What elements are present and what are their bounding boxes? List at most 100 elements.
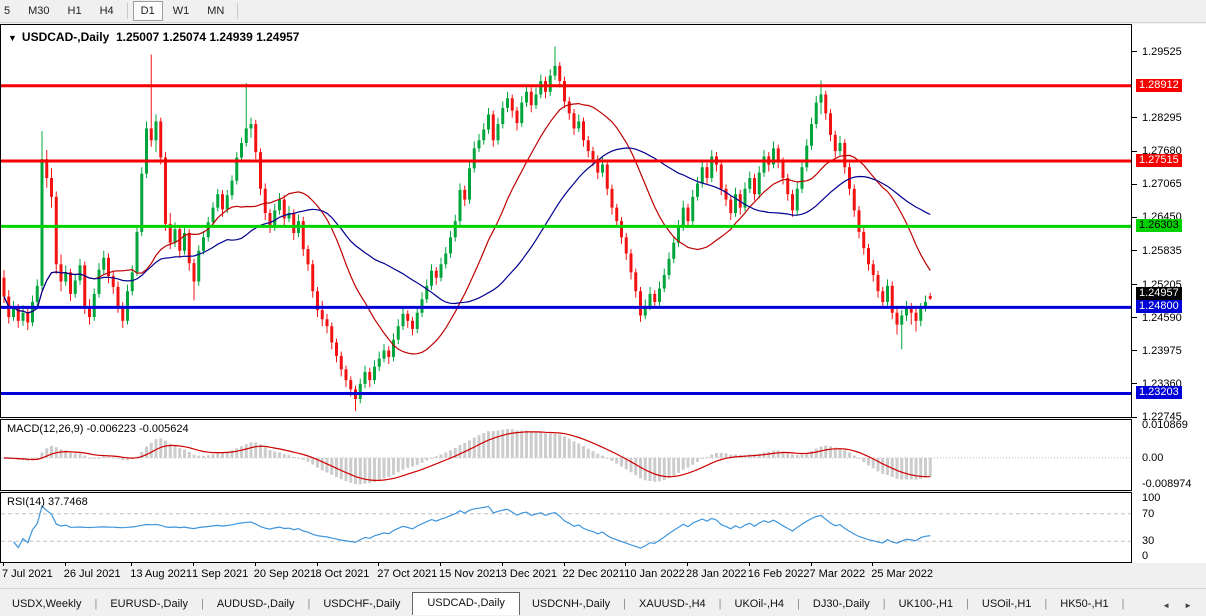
price-line-badge: 1.24800 <box>1136 300 1182 314</box>
macd-axis-label: 0.010869 <box>1142 419 1188 431</box>
date-tick <box>193 563 194 566</box>
tab-separator: | <box>1121 598 1125 610</box>
macd-values: -0.006223 -0.005624 <box>86 423 189 435</box>
date-label: 28 Jan 2022 <box>686 568 747 580</box>
tab-uk100-h1[interactable]: UK100-,H1 <box>887 594 965 615</box>
date-label: 27 Oct 2021 <box>377 568 438 580</box>
timeframe-button-w1[interactable]: W1 <box>165 1 198 21</box>
rsi-panel[interactable]: RSI(14) 37.7468 <box>0 492 1132 563</box>
price-tick <box>1132 183 1137 185</box>
date-tick <box>810 563 812 566</box>
rsi-axis-label: 70 <box>1142 507 1155 520</box>
price-tick <box>1132 150 1137 152</box>
date-label: 13 Aug 2021 <box>130 568 193 580</box>
current-price-badge: 1.24957 <box>1136 286 1182 300</box>
date-label: 8 Oct 2021 <box>315 568 370 580</box>
price-line-badge: 1.26303 <box>1136 219 1182 233</box>
chart-tab-bar: USDX,Weekly | EURUSD-,Daily | AUDUSD-,Daily |… <box>0 588 1206 615</box>
timeframe-button-d1[interactable]: D1 <box>132 1 163 21</box>
date-tick <box>3 563 4 566</box>
tab-xauusd-h4[interactable]: XAUUSD-,H4 <box>627 594 718 615</box>
date-tick <box>625 563 627 566</box>
chart-ohlc-values: 1.25007 1.25074 1.24939 1.24957 <box>115 30 300 44</box>
candlestick-chart-canvas[interactable] <box>1 25 1131 417</box>
price-tick-label: 1.27065 <box>1142 178 1182 191</box>
price-tick <box>1132 117 1137 119</box>
price-scale[interactable]: 1.29525 1.28295 1.27680 1.27065 1.26450 1.258… <box>1132 24 1206 563</box>
price-tick <box>1132 317 1137 319</box>
tab-usdcnh-daily[interactable]: USDCNH-,Daily <box>520 594 622 615</box>
price-tick-label: 1.24590 <box>1142 311 1182 324</box>
date-tick <box>64 563 66 566</box>
date-label: 7 Jul 2021 <box>2 568 53 580</box>
tab-eurusd-daily[interactable]: EURUSD-,Daily <box>98 594 200 615</box>
macd-axis-label: -0.008974 <box>1142 478 1192 490</box>
price-line-badge: 1.23203 <box>1136 386 1182 400</box>
rsi-chart-canvas[interactable] <box>1 493 1131 562</box>
tab-scroll-left-icon[interactable]: ◄ <box>1162 601 1170 610</box>
date-label: 3 Dec 2021 <box>500 568 558 580</box>
chart-dropdown-icon[interactable]: ▼ <box>8 33 17 43</box>
date-tick <box>748 563 750 566</box>
tab-scroll-controls: ◄ ► <box>1156 601 1206 615</box>
rsi-axis-label: 30 <box>1142 535 1155 548</box>
rsi-axis-label: 0 <box>1142 550 1149 562</box>
date-scale[interactable]: 7 Jul 2021 26 Jul 2021 13 Aug 2021 1 Sep 20… <box>0 563 1132 584</box>
date-tick <box>440 563 441 566</box>
tab-ukoil-h4[interactable]: UKOil-,H4 <box>723 594 797 615</box>
macd-label: MACD(12,26,9) -0.006223 -0.005624 <box>7 423 189 435</box>
main-chart-panel[interactable]: ▼ USDCAD-,Daily 1.25007 1.25074 1.24939 1… <box>0 24 1132 418</box>
price-tick-label: 1.25835 <box>1142 244 1182 257</box>
chart-title: ▼ USDCAD-,Daily 1.25007 1.25074 1.24939 1… <box>8 30 299 44</box>
date-label: 1 Sep 2021 <box>192 568 249 580</box>
timeframe-toolbar: 5 M30 H1 H4 D1 W1 MN <box>0 0 1206 23</box>
date-tick <box>501 563 503 566</box>
rsi-label: RSI(14) 37.7468 <box>7 496 88 508</box>
price-tick <box>1132 416 1137 418</box>
price-tick <box>1132 250 1137 252</box>
rsi-value: 37.7468 <box>47 496 88 508</box>
date-label: 20 Sep 2021 <box>253 568 317 580</box>
tab-usdcad-daily[interactable]: USDCAD-,Daily <box>412 592 520 615</box>
timeframe-button-5[interactable]: 5 <box>0 1 18 21</box>
date-tick <box>378 563 380 566</box>
date-tick <box>687 563 688 566</box>
macd-panel[interactable]: MACD(12,26,9) -0.006223 -0.005624 <box>0 419 1132 491</box>
price-line-badge: 1.28912 <box>1136 78 1182 92</box>
price-tick <box>1132 284 1137 286</box>
tab-dj30-daily[interactable]: DJ30-,Daily <box>801 594 882 615</box>
date-label: 22 Dec 2021 <box>562 568 625 580</box>
price-line-badge: 1.27515 <box>1136 154 1182 168</box>
tab-usoil-h1[interactable]: USOil-,H1 <box>970 594 1044 615</box>
toolbar-separator <box>237 3 239 19</box>
date-tick <box>872 563 874 566</box>
timeframe-button-h4[interactable]: H4 <box>92 1 122 21</box>
price-tick <box>1132 383 1137 385</box>
toolbar-separator <box>126 3 128 19</box>
price-tick-label: 1.28295 <box>1142 111 1182 124</box>
trading-app-window: 5 M30 H1 H4 D1 W1 MN ▼ USDCAD-,Daily 1.25007 1.… <box>0 0 1206 616</box>
price-tick-label: 1.23975 <box>1142 344 1182 357</box>
tab-audusd-daily[interactable]: AUDUSD-,Daily <box>205 594 307 615</box>
price-tick <box>1132 51 1137 53</box>
timeframe-button-m30[interactable]: M30 <box>20 1 57 21</box>
tab-hk50-h1[interactable]: HK50-,H1 <box>1048 594 1120 615</box>
date-label: 26 Jul 2021 <box>63 568 121 580</box>
date-label: 10 Jan 2022 <box>624 568 685 580</box>
date-tick <box>254 563 256 566</box>
date-label: 25 Mar 2022 <box>871 568 934 580</box>
tab-usdchf-daily[interactable]: USDCHF-,Daily <box>311 594 412 615</box>
price-tick <box>1132 216 1137 218</box>
price-tick <box>1132 350 1137 352</box>
macd-axis-label: 0.00 <box>1142 451 1164 464</box>
date-label: 16 Feb 2022 <box>747 568 810 580</box>
date-tick <box>563 563 565 566</box>
tab-usdx-weekly[interactable]: USDX,Weekly <box>0 594 93 615</box>
date-tick <box>316 563 318 566</box>
timeframe-button-mn[interactable]: MN <box>199 1 232 21</box>
chart-symbol-label: USDCAD-,Daily <box>21 30 110 44</box>
date-label: 15 Nov 2021 <box>439 568 502 580</box>
tab-scroll-right-icon[interactable]: ► <box>1184 601 1192 610</box>
timeframe-button-h1[interactable]: H1 <box>60 1 90 21</box>
price-tick-label: 1.29525 <box>1142 45 1182 58</box>
